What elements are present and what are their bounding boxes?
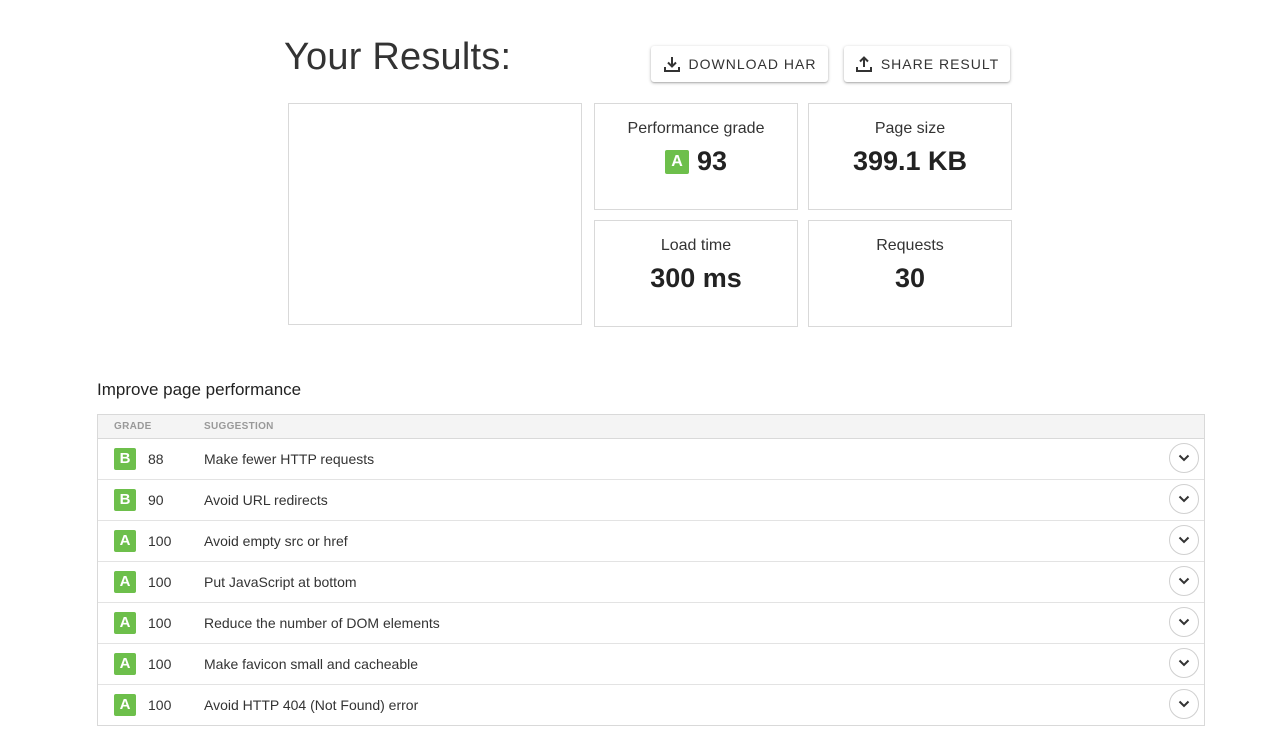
chevron-down-icon	[1178, 536, 1190, 544]
table-row[interactable]: A 100 Make favicon small and cacheable	[98, 644, 1204, 685]
score-value: 100	[148, 656, 172, 672]
suggestion-text: Put JavaScript at bottom	[204, 574, 357, 590]
table-row[interactable]: A 100 Put JavaScript at bottom	[98, 562, 1204, 603]
table-row[interactable]: A 100 Avoid empty src or href	[98, 521, 1204, 562]
score-value: 100	[148, 533, 172, 549]
share-result-label: SHARE RESULT	[880, 56, 1000, 72]
performance-grade-card: Performance grade A 93	[594, 103, 798, 210]
load-time-card: Load time 300 ms	[594, 220, 798, 327]
grade-badge: A	[114, 694, 136, 716]
score-value: 88	[148, 451, 164, 467]
suggestion-text: Avoid empty src or href	[204, 533, 348, 549]
expand-button[interactable]	[1169, 607, 1199, 637]
page-size-value: 399.1 KB	[852, 146, 968, 176]
performance-grade-value: 93	[696, 146, 728, 176]
table-row[interactable]: A 100 Reduce the number of DOM elements	[98, 603, 1204, 644]
improve-heading: Improve page performance	[97, 380, 302, 399]
grade-badge: A	[664, 149, 689, 174]
performance-grade-value-wrap: A 93	[595, 146, 797, 177]
column-header-suggestion: SUGGESTION	[204, 421, 274, 432]
chevron-down-icon	[1178, 495, 1190, 503]
load-time-value: 300 ms	[650, 263, 742, 293]
requests-card: Requests 30	[808, 220, 1012, 327]
grade-badge: A	[114, 530, 136, 552]
download-icon	[663, 57, 680, 72]
requests-value: 30	[894, 263, 926, 293]
table-row[interactable]: B 88 Make fewer HTTP requests	[98, 439, 1204, 480]
results-page: Your Results: DOWNLOAD HAR SHARE RESULT …	[0, 0, 1284, 732]
suggestions-table: GRADE SUGGESTION B 88 Make fewer HTTP re…	[97, 414, 1205, 726]
chevron-down-icon	[1178, 577, 1190, 585]
download-har-button[interactable]: DOWNLOAD HAR	[651, 46, 828, 82]
download-har-label: DOWNLOAD HAR	[688, 56, 817, 72]
table-row[interactable]: B 90 Avoid URL redirects	[98, 480, 1204, 521]
chevron-down-icon	[1178, 700, 1190, 708]
score-value: 100	[148, 574, 172, 590]
score-value: 100	[148, 615, 172, 631]
expand-button[interactable]	[1169, 484, 1199, 514]
suggestion-text: Avoid HTTP 404 (Not Found) error	[204, 697, 419, 713]
score-value: 90	[148, 492, 164, 508]
page-screenshot-placeholder	[288, 103, 582, 325]
grade-badge: A	[114, 653, 136, 675]
chevron-down-icon	[1178, 659, 1190, 667]
score-value: 100	[148, 697, 172, 713]
column-header-grade: GRADE	[114, 421, 152, 432]
expand-button[interactable]	[1169, 443, 1199, 473]
grade-badge: B	[114, 489, 136, 511]
suggestion-text: Make fewer HTTP requests	[204, 451, 375, 467]
grade-badge: A	[114, 612, 136, 634]
grade-badge: A	[114, 571, 136, 593]
table-header: GRADE SUGGESTION	[98, 415, 1204, 439]
page-title: Your Results:	[284, 36, 512, 78]
chevron-down-icon	[1178, 618, 1190, 626]
expand-button[interactable]	[1169, 566, 1199, 596]
expand-button[interactable]	[1169, 525, 1199, 555]
share-icon	[855, 56, 872, 72]
suggestion-text: Avoid URL redirects	[204, 492, 328, 508]
grade-badge: B	[114, 448, 136, 470]
expand-button[interactable]	[1169, 689, 1199, 719]
page-size-label: Page size	[874, 120, 946, 137]
page-size-card: Page size 399.1 KB	[808, 103, 1012, 210]
share-result-button[interactable]: SHARE RESULT	[844, 46, 1010, 82]
chevron-down-icon	[1178, 454, 1190, 462]
performance-grade-label: Performance grade	[627, 120, 765, 137]
expand-button[interactable]	[1169, 648, 1199, 678]
requests-label: Requests	[876, 237, 944, 254]
suggestion-text: Make favicon small and cacheable	[204, 656, 419, 672]
load-time-label: Load time	[660, 237, 732, 254]
table-row[interactable]: A 100 Avoid HTTP 404 (Not Found) error	[98, 685, 1204, 725]
suggestion-text: Reduce the number of DOM elements	[204, 615, 440, 631]
